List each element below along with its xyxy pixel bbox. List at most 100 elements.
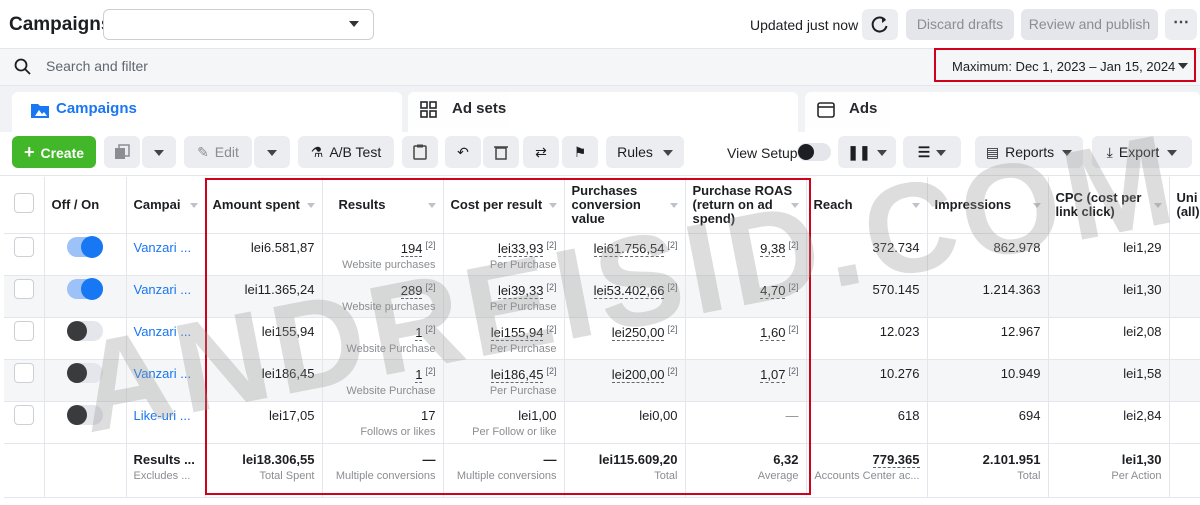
- col-campaign[interactable]: Campai: [126, 177, 206, 234]
- duplicate-button[interactable]: [104, 136, 140, 168]
- roas-cell-value[interactable]: 9,38: [760, 240, 786, 257]
- pcv-cell-value[interactable]: lei250,00: [611, 324, 665, 341]
- reach-cell: 618: [806, 401, 928, 444]
- col-cpc[interactable]: CPC (cost per link click): [1048, 177, 1170, 234]
- amount-spent-cell: lei186,45: [205, 359, 323, 402]
- col-reach-label: Reach: [813, 197, 853, 213]
- impressions-cell: 694: [927, 401, 1049, 444]
- view-setup-toggle[interactable]: [797, 143, 831, 161]
- toggle-cell: [44, 359, 127, 402]
- ab-test-button[interactable]: ⚗ A/B Test: [298, 136, 394, 168]
- col-purchase-roas[interactable]: Purchase ROAS (return on ad spend): [685, 177, 807, 234]
- date-range-picker[interactable]: Maximum: Dec 1, 2023 – Jan 15, 2024: [934, 48, 1196, 82]
- sort-icon: [911, 203, 920, 208]
- duplicate-dropdown[interactable]: [142, 136, 176, 168]
- review-publish-button[interactable]: Review and publish: [1021, 9, 1158, 40]
- row-checkbox[interactable]: [13, 362, 34, 383]
- reach-cell: 372.734: [806, 233, 928, 276]
- roas-cell-value[interactable]: 1,60: [760, 324, 786, 341]
- undo-button[interactable]: ↶: [445, 136, 481, 168]
- col-results[interactable]: Results: [322, 177, 444, 234]
- flask-icon: ⚗: [310, 144, 324, 160]
- col-impressions[interactable]: Impressions: [927, 177, 1049, 234]
- toggle-knob: [67, 404, 87, 425]
- more-options-button[interactable]: ⋯: [1165, 9, 1197, 40]
- select-all-checkbox[interactable]: [13, 193, 34, 214]
- results-cell-value[interactable]: 194: [400, 240, 423, 257]
- tab-ad-sets[interactable]: Ad sets: [408, 92, 798, 132]
- totals-label-sub: Excludes ...: [133, 469, 191, 482]
- results-cell-value[interactable]: 289: [400, 282, 423, 299]
- account-selector[interactable]: [103, 9, 374, 40]
- row-checkbox[interactable]: [13, 278, 34, 299]
- toggle-knob: [798, 144, 814, 160]
- total-cpc-value: lei1,30: [1121, 451, 1162, 467]
- tag-button[interactable]: ⚑: [562, 136, 598, 168]
- roas-cell-value[interactable]: 1,07: [760, 366, 786, 383]
- clipboard-button[interactable]: [402, 136, 438, 168]
- table-row[interactable]: Vanzari ... lei155,94 1 [2] Website Purchase…: [4, 317, 1200, 360]
- reach-cell: 10.276: [806, 359, 928, 402]
- results-cell: 1 [2] Website Purchase: [322, 317, 444, 360]
- cost-per-result-cell-value[interactable]: lei39,33: [497, 282, 544, 299]
- roas-cell-value[interactable]: 4,70: [760, 282, 786, 299]
- columns-button[interactable]: ❚❚: [838, 136, 896, 168]
- delete-button[interactable]: [483, 136, 519, 168]
- cost-per-result-cell-value[interactable]: lei33,93: [497, 240, 544, 257]
- campaign-name-link[interactable]: Vanzari ...: [126, 359, 206, 402]
- tab-ads[interactable]: Ads: [805, 92, 1200, 132]
- campaign-name-link[interactable]: Vanzari ...: [126, 317, 206, 360]
- select-all-cell: [4, 177, 45, 234]
- campaign-toggle[interactable]: [67, 320, 103, 341]
- row-checkbox[interactable]: [13, 404, 34, 425]
- create-button[interactable]: + Create: [12, 136, 96, 168]
- col-amount-spent[interactable]: Amount spent: [205, 177, 323, 234]
- pcv-cell-value[interactable]: lei53.402,66: [593, 282, 665, 299]
- campaign-name-link[interactable]: Vanzari ...: [126, 233, 206, 276]
- export-button[interactable]: ⤓ Export: [1092, 136, 1192, 168]
- total-impressions-value: 2.101.951: [982, 451, 1041, 467]
- campaign-toggle[interactable]: [67, 277, 103, 300]
- table-row[interactable]: Vanzari ... lei11.365,24 289 [2] Website pur…: [4, 275, 1200, 318]
- pcv-cell: lei53.402,66 [2]: [564, 275, 686, 318]
- col-unique[interactable]: Uni (all): [1169, 177, 1200, 234]
- table-row[interactable]: Vanzari ... lei186,45 1 [2] Website Purchase…: [4, 359, 1200, 402]
- refresh-button[interactable]: [862, 9, 898, 40]
- discard-drafts-button[interactable]: Discard drafts: [906, 9, 1014, 40]
- campaign-name-link[interactable]: Like-uri ...: [126, 401, 206, 444]
- row-checkbox[interactable]: [13, 236, 34, 257]
- results-cell-value[interactable]: 1: [415, 366, 423, 383]
- results-cell-value[interactable]: 1: [415, 324, 423, 341]
- col-cost-per-result[interactable]: Cost per result: [443, 177, 565, 234]
- rules-button[interactable]: Rules: [606, 136, 684, 168]
- col-reach[interactable]: Reach: [806, 177, 928, 234]
- export-ad-button[interactable]: ⇄: [523, 136, 559, 168]
- edit-button[interactable]: ✎ Edit: [184, 136, 252, 168]
- cost-per-result-cell-sub: Per Purchase: [489, 384, 557, 397]
- breakdown-button[interactable]: ☰: [903, 136, 961, 168]
- totals-label-cell: Results ... Excludes ...: [126, 443, 206, 498]
- tab-label: Ads: [849, 100, 878, 117]
- pcv-cell-value[interactable]: lei200,00: [611, 366, 665, 383]
- campaign-toggle[interactable]: [67, 235, 103, 258]
- tab-campaigns[interactable]: Campaigns: [12, 92, 402, 132]
- row-checkbox[interactable]: [13, 320, 34, 341]
- grid-icon: [420, 101, 437, 118]
- amount-spent-cell: lei155,94: [205, 317, 323, 360]
- total-roas-value: 6,32: [773, 451, 799, 467]
- col-off-on[interactable]: Off / On: [44, 177, 127, 234]
- reports-button[interactable]: ▤ Reports: [975, 136, 1083, 168]
- cost-per-result-cell-value[interactable]: lei186,45: [490, 366, 544, 383]
- cost-per-result-cell-value[interactable]: lei155,94: [490, 324, 544, 341]
- col-purchases-conversion-value[interactable]: Purchases conversion value: [564, 177, 686, 234]
- footnote: [2]: [425, 365, 436, 376]
- edit-dropdown[interactable]: [254, 136, 290, 168]
- campaign-name-link[interactable]: Vanzari ...: [126, 275, 206, 318]
- pcv-cell-value[interactable]: lei61.756,54: [593, 240, 665, 257]
- campaign-toggle[interactable]: [67, 362, 103, 383]
- footnote: [2]: [788, 239, 799, 250]
- search-input[interactable]: Search and filter: [46, 58, 148, 74]
- campaign-toggle[interactable]: [67, 404, 103, 425]
- table-row[interactable]: Like-uri ... lei17,05 17 Follows or likes le…: [4, 401, 1200, 444]
- table-row[interactable]: Vanzari ... lei6.581,87 194 [2] Website purc…: [4, 233, 1200, 276]
